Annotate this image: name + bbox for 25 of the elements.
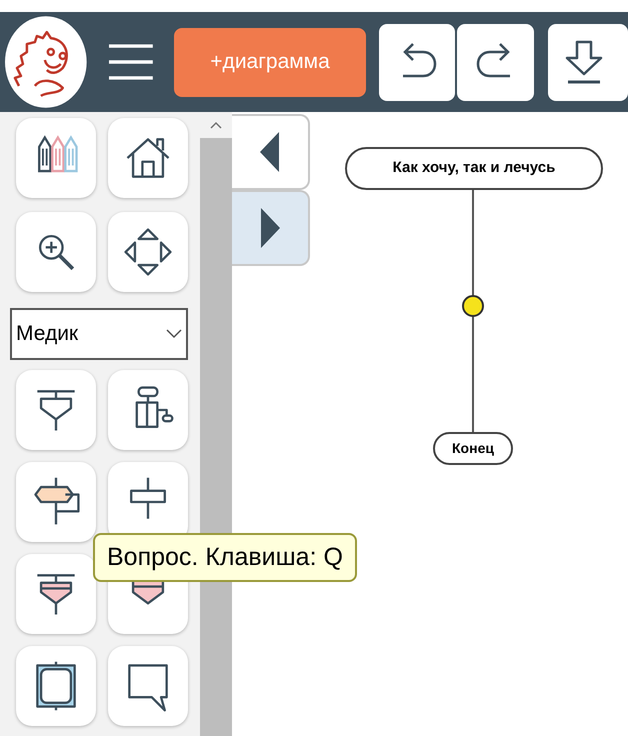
tool-button[interactable] <box>16 646 96 726</box>
chevron-down-icon <box>166 329 182 339</box>
tool-button[interactable] <box>16 370 96 450</box>
tool-button[interactable] <box>16 462 96 542</box>
download-button[interactable] <box>548 24 628 100</box>
tool-button[interactable] <box>16 118 96 198</box>
scroll-up-icon[interactable] <box>210 121 222 129</box>
tool-button[interactable] <box>16 554 96 634</box>
tool-button[interactable] <box>108 118 188 198</box>
redo-button[interactable] <box>457 24 534 100</box>
connection-point[interactable] <box>462 295 484 317</box>
tool-button[interactable] <box>108 370 188 450</box>
dinosaur-logo[interactable] <box>5 16 87 108</box>
tool-button[interactable] <box>108 212 188 292</box>
diagram-node[interactable]: Конец <box>433 432 513 465</box>
panel-toggle-tab[interactable] <box>232 114 310 190</box>
undo-button[interactable] <box>378 24 456 100</box>
triangle-left-icon <box>259 131 281 173</box>
tool-button[interactable] <box>16 212 96 292</box>
preset-select[interactable]: Медик <box>10 308 188 360</box>
tool-button[interactable] <box>108 646 188 726</box>
diagram-node[interactable]: Как хочу, так и лечусь <box>345 147 603 190</box>
panel-toggle-tab[interactable] <box>232 190 310 266</box>
tooltip: Вопрос. Клавиша: Q <box>93 533 357 582</box>
triangle-right-icon <box>259 207 281 249</box>
